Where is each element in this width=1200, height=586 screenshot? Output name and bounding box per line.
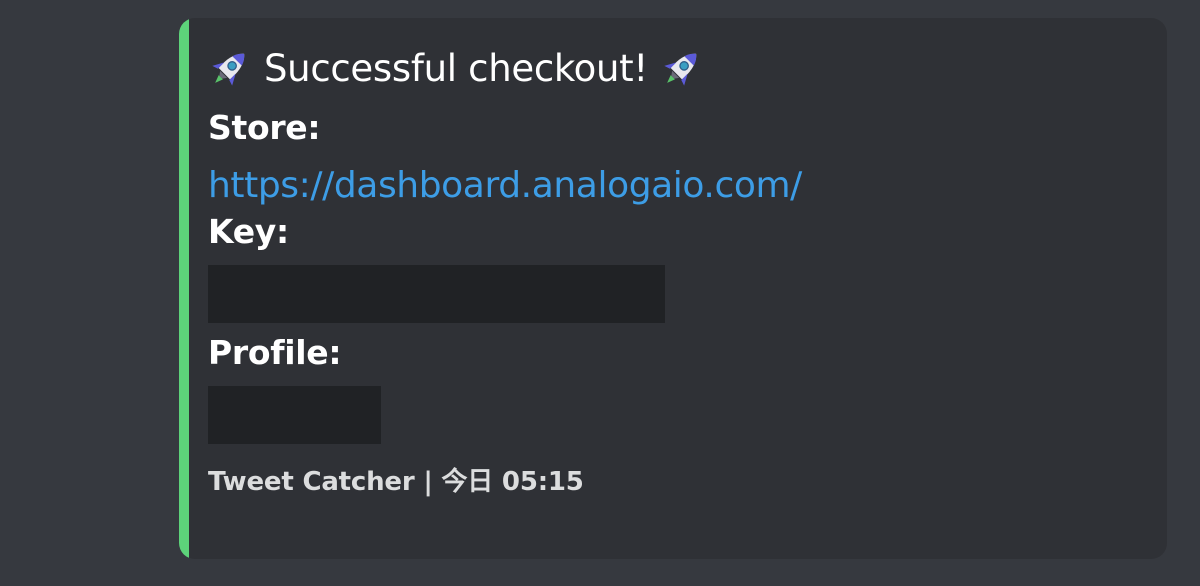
redacted-profile-value [208, 386, 381, 444]
embed-footer: Tweet Catcher | 今日 05:15 [208, 467, 584, 497]
checkout-embed: Successful checkout! Store: https://dash… [179, 18, 1167, 559]
embed-accent-bar [179, 18, 189, 559]
embed-body: Successful checkout! Store: https://dash… [208, 40, 1147, 498]
field-name-profile: Profile: [208, 333, 342, 372]
rocket-icon [208, 46, 252, 90]
embed-title-text: Successful checkout! [264, 46, 648, 90]
embed-title: Successful checkout! [208, 40, 1147, 96]
redacted-key-value [208, 265, 665, 323]
field-name-key: Key: [208, 212, 289, 251]
rocket-icon [660, 46, 704, 90]
store-link[interactable]: https://dashboard.analogaio.com/ [208, 164, 802, 208]
field-name-store: Store: [208, 108, 321, 147]
